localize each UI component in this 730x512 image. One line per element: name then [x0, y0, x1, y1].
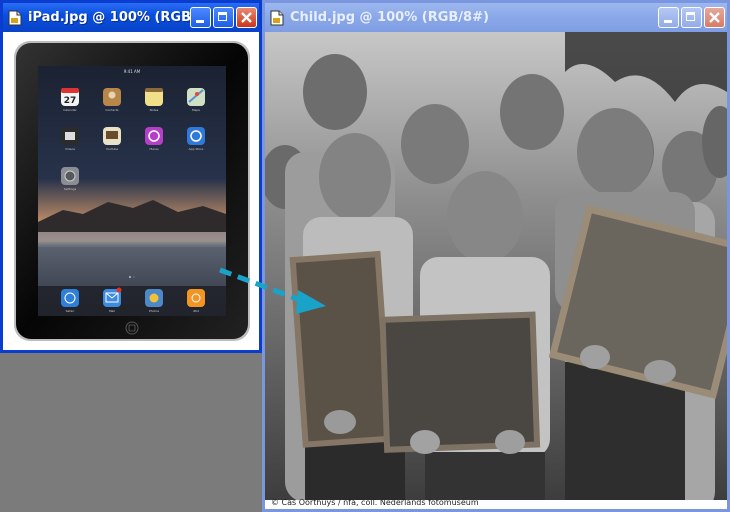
arrow-icon [219, 267, 326, 314]
